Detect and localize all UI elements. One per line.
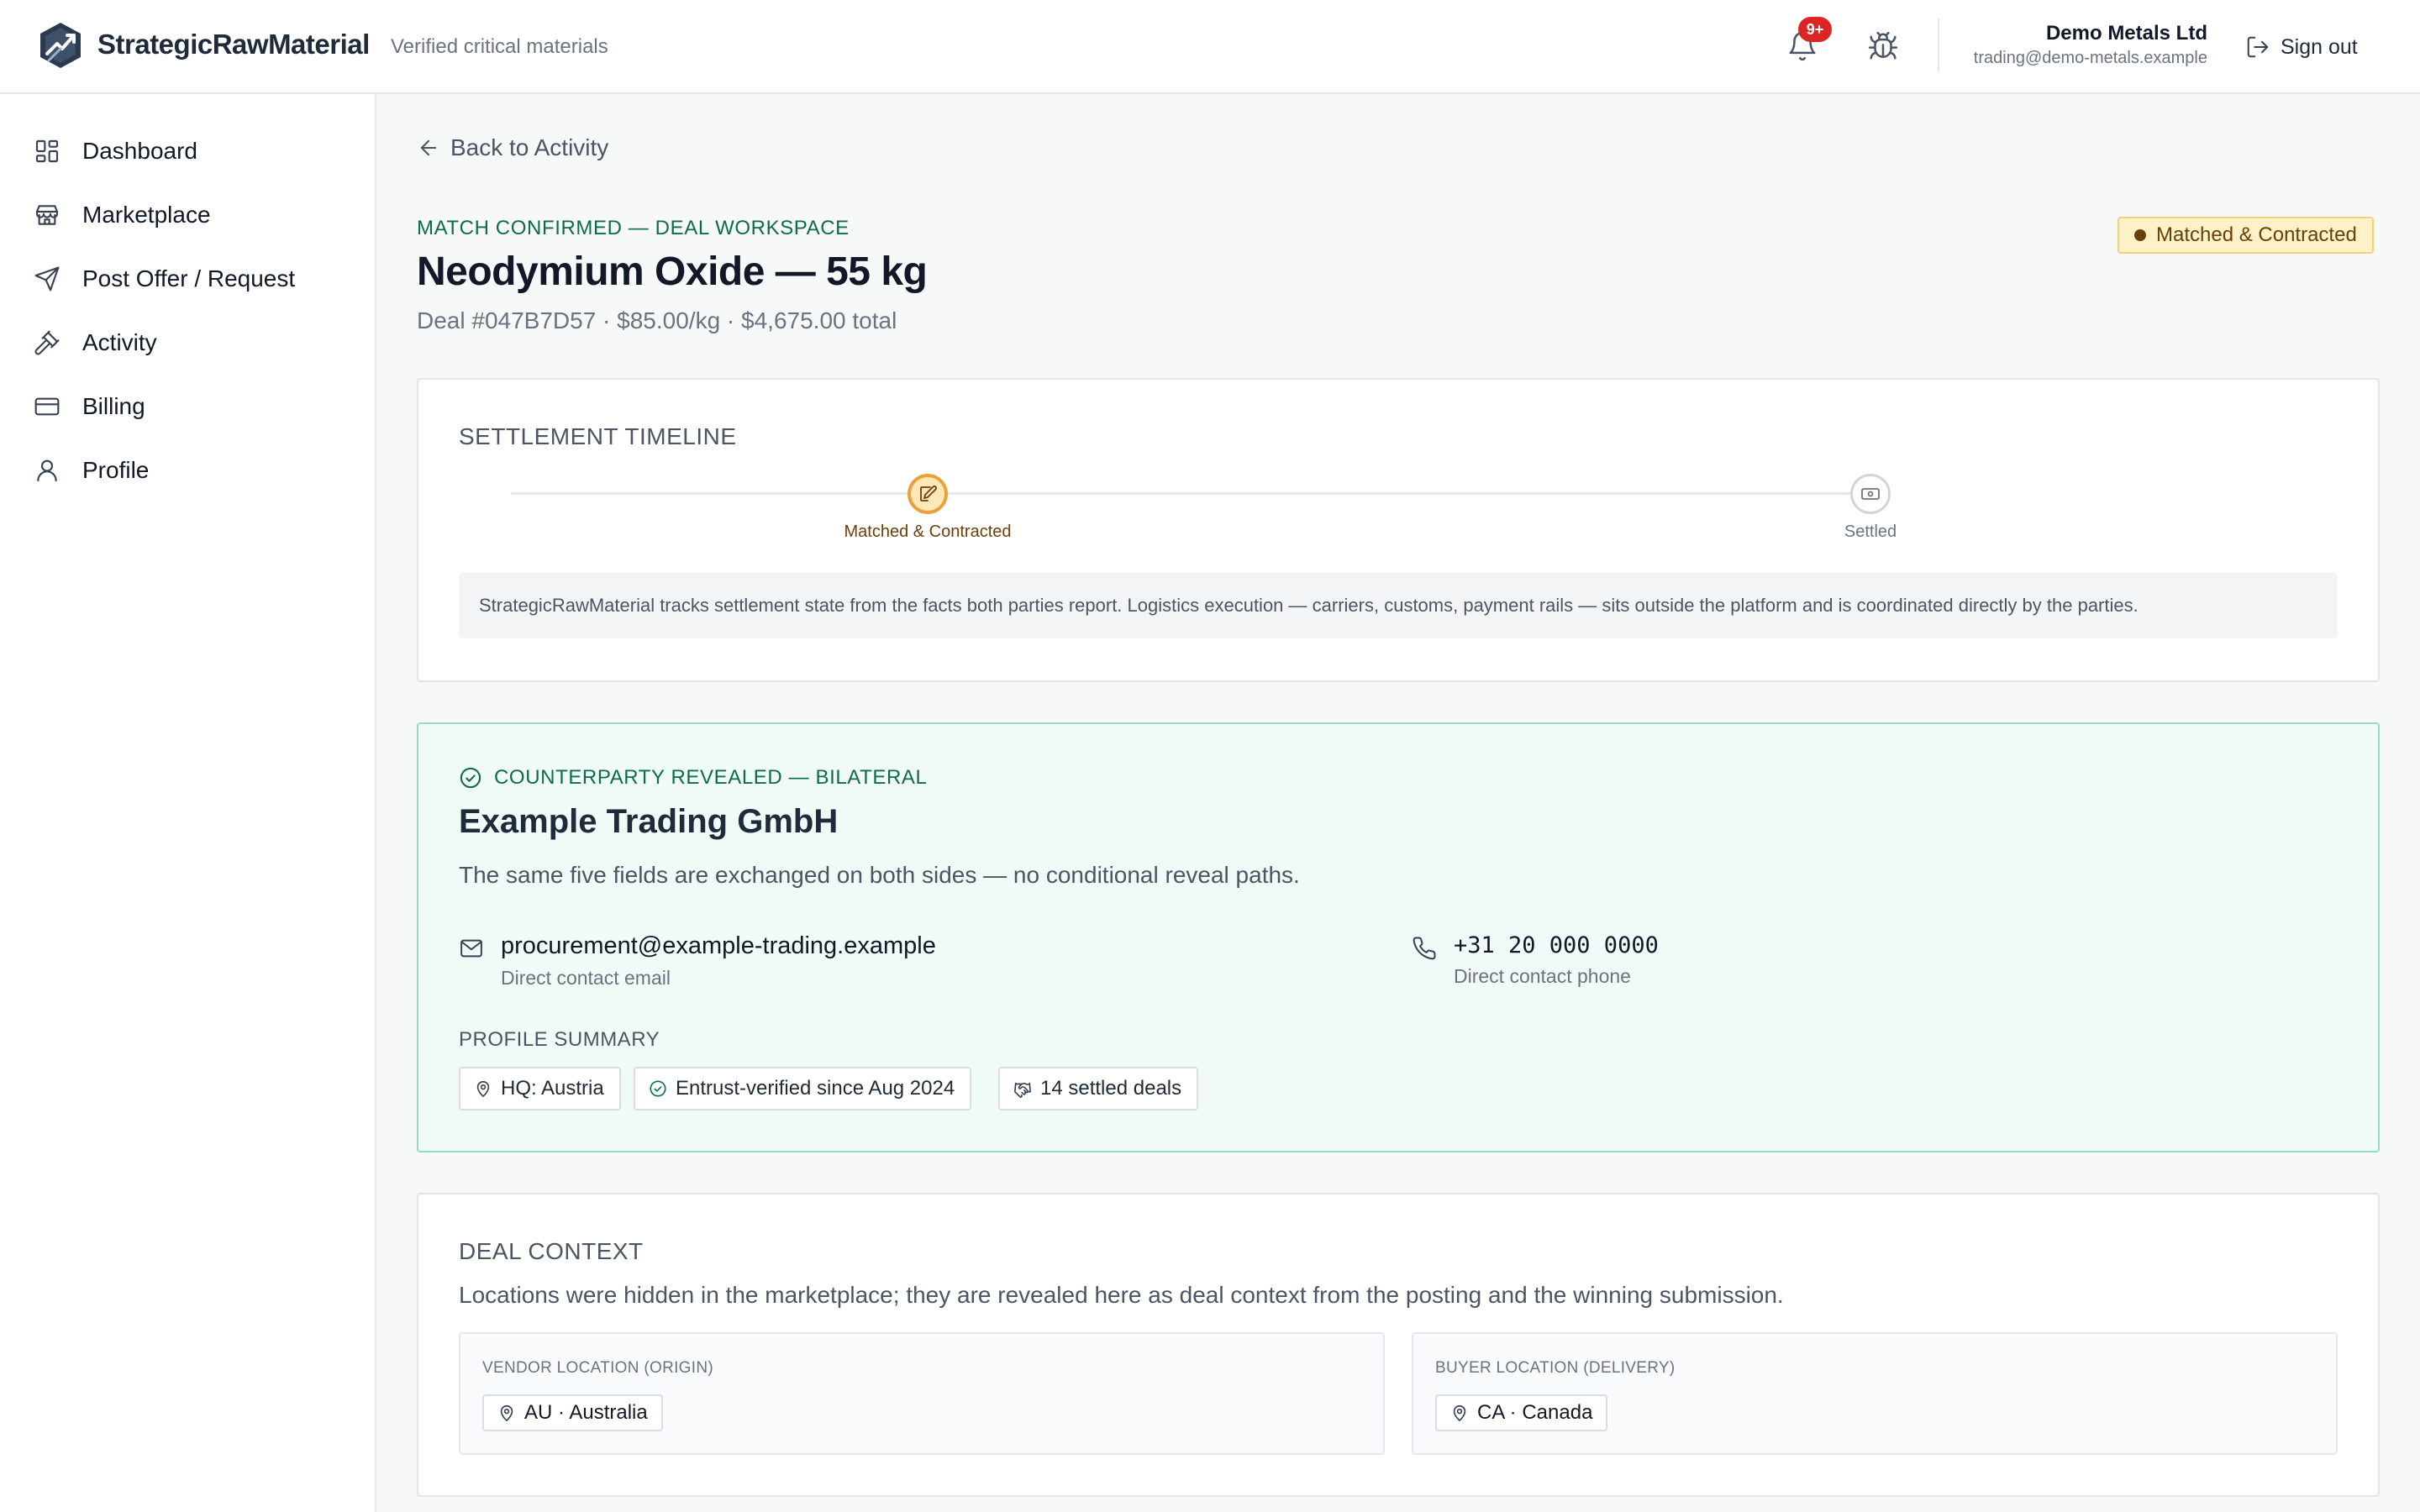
status-badge-label: Matched & Contracted xyxy=(2156,223,2357,246)
page-eyebrow: MATCH CONFIRMED — DEAL WORKSPACE xyxy=(417,217,850,239)
vendor-location-chip: AU · Australia xyxy=(482,1394,663,1431)
check-circle-icon xyxy=(459,766,482,790)
buyer-location-label: BUYER LOCATION (DELIVERY) xyxy=(1435,1359,1676,1377)
timeline-step-label: Matched & Contracted xyxy=(844,522,1012,541)
back-link-label: Back to Activity xyxy=(450,134,609,160)
arrow-left-icon xyxy=(417,136,440,160)
timeline-step-matched xyxy=(908,474,948,514)
status-badge: Matched & Contracted xyxy=(2118,217,2374,254)
contact-email-value[interactable]: procurement@example-trading.example xyxy=(501,932,936,960)
sidebar-item-profile[interactable]: Profile xyxy=(34,450,149,491)
org-email: trading@demo-metals.example xyxy=(1973,49,2207,67)
contact-email-label: Direct contact email xyxy=(501,967,671,989)
status-dot xyxy=(2134,229,2146,241)
timeline-step-label: Settled xyxy=(1844,522,1897,541)
bug-icon[interactable] xyxy=(1867,30,1899,62)
contact-phone-text: +31 20 000 0000 Direct contact phone xyxy=(1454,932,1659,988)
dashboard-icon xyxy=(34,138,60,165)
notification-badge: 9+ xyxy=(1798,17,1832,42)
sidebar-item-label: Dashboard xyxy=(82,138,197,164)
contact-phone-value[interactable]: +31 20 000 0000 xyxy=(1454,932,1659,958)
chip-label: 14 settled deals xyxy=(1040,1077,1182,1100)
contact-email-text: procurement@example-trading.example Dire… xyxy=(501,932,936,990)
sidebar-item-label: Activity xyxy=(82,329,157,355)
contact-email: procurement@example-trading.example Dire… xyxy=(459,932,936,990)
chip-label: Entrust-verified since Aug 2024 xyxy=(676,1077,955,1100)
sidebar-item-label: Profile xyxy=(82,457,150,483)
sidebar-item-label: Billing xyxy=(82,393,145,419)
brand-tagline: Verified critical materials xyxy=(391,35,608,58)
chip-settled-deals: 14 settled deals xyxy=(998,1067,1199,1110)
counterparty-name: Example Trading GmbH xyxy=(459,803,839,840)
logo-icon[interactable] xyxy=(35,20,86,71)
sidebar-item-activity[interactable]: Activity xyxy=(34,323,157,363)
sidebar-item-post-offer[interactable]: Post Offer / Request xyxy=(34,259,295,299)
user-icon xyxy=(34,457,60,484)
page-subtitle: Deal #047B7D57 · $85.00/kg · $4,675.00 t… xyxy=(417,307,897,333)
buyer-location-value: CA · Canada xyxy=(1477,1401,1593,1424)
header-divider xyxy=(1938,18,1939,72)
timeline-note: StrategicRawMaterial tracks settlement s… xyxy=(459,573,2338,638)
timeline-track xyxy=(511,492,1869,495)
counterparty-eyebrow-label: COUNTERPARTY REVEALED — BILATERAL xyxy=(494,766,928,789)
contact-phone-label: Direct contact phone xyxy=(1454,965,1631,987)
gavel-icon xyxy=(34,329,60,356)
sidebar-item-billing[interactable]: Billing xyxy=(34,386,145,427)
cash-icon xyxy=(1860,484,1881,504)
sign-out-label: Sign out xyxy=(2281,34,2358,59)
timeline-step-settled xyxy=(1850,474,1891,514)
sidebar-item-dashboard[interactable]: Dashboard xyxy=(34,131,197,171)
deal-context-title: DEAL CONTEXT xyxy=(459,1238,644,1264)
map-pin-icon xyxy=(497,1404,516,1422)
sidebar-item-label: Marketplace xyxy=(82,202,211,228)
page-title: Neodymium Oxide — 55 kg xyxy=(417,249,928,294)
sidebar: Dashboard Marketplace Post Offer / Reque… xyxy=(0,94,376,1512)
chip-hq: HQ: Austria xyxy=(459,1067,621,1110)
counterparty-eyebrow: COUNTERPARTY REVEALED — BILATERAL xyxy=(459,766,928,790)
chip-label: HQ: Austria xyxy=(501,1077,604,1100)
chip-verified: Entrust-verified since Aug 2024 xyxy=(634,1067,972,1110)
check-circle-icon xyxy=(649,1079,667,1098)
sidebar-item-marketplace[interactable]: Marketplace xyxy=(34,195,211,235)
org-name: Demo Metals Ltd xyxy=(2045,22,2207,45)
map-pin-icon xyxy=(474,1079,492,1098)
buyer-location-chip: CA · Canada xyxy=(1435,1394,1608,1431)
map-pin-icon xyxy=(1450,1404,1469,1422)
vendor-location-box: VENDOR LOCATION (ORIGIN) AU · Australia xyxy=(459,1332,1385,1455)
deal-context-description: Locations were hidden in the marketplace… xyxy=(459,1282,1784,1308)
handshake-icon xyxy=(1013,1079,1032,1098)
send-icon xyxy=(34,265,60,292)
mail-icon xyxy=(459,932,484,990)
edit-icon xyxy=(918,484,938,504)
brand-name[interactable]: StrategicRawMaterial xyxy=(97,29,370,60)
back-link[interactable]: Back to Activity xyxy=(417,134,608,161)
contact-phone: +31 20 000 0000 Direct contact phone xyxy=(1412,932,1659,988)
credit-card-icon xyxy=(34,393,60,420)
sign-out-icon xyxy=(2245,34,2270,60)
profile-summary-title: PROFILE SUMMARY xyxy=(459,1028,660,1051)
settlement-timeline-title: SETTLEMENT TIMELINE xyxy=(459,423,737,449)
phone-icon xyxy=(1412,932,1437,988)
sidebar-item-label: Post Offer / Request xyxy=(82,265,296,291)
counterparty-description: The same five fields are exchanged on bo… xyxy=(459,862,1300,888)
vendor-location-value: AU · Australia xyxy=(524,1401,648,1424)
top-header: StrategicRawMaterial Verified critical m… xyxy=(0,0,2420,94)
store-icon xyxy=(34,202,60,228)
vendor-location-label: VENDOR LOCATION (ORIGIN) xyxy=(482,1359,713,1377)
buyer-location-box: BUYER LOCATION (DELIVERY) CA · Canada xyxy=(1412,1332,2338,1455)
sign-out-button[interactable]: Sign out xyxy=(2245,32,2358,62)
